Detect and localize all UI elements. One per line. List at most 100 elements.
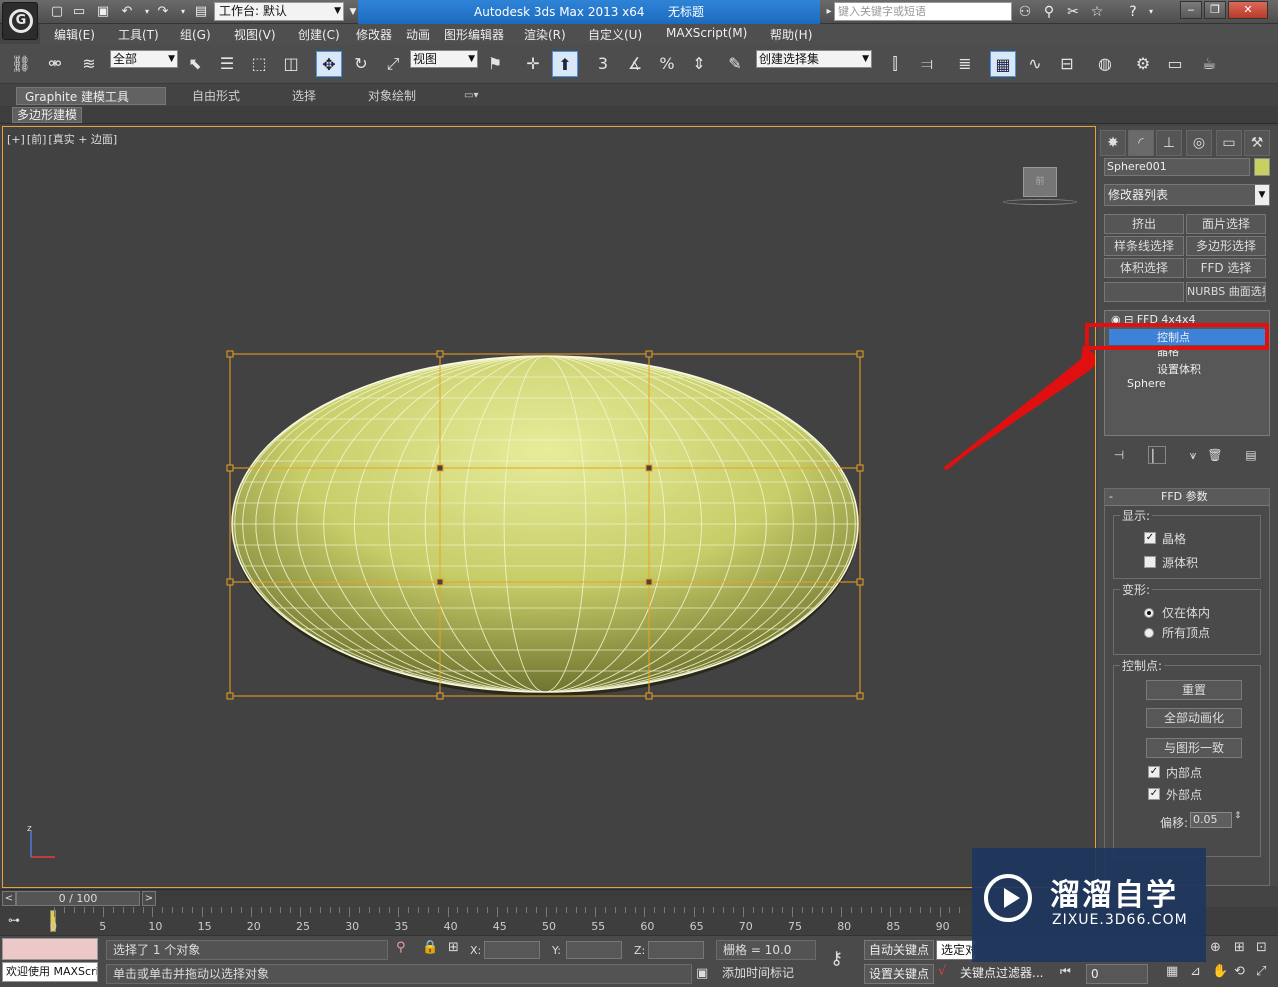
ribbon-options-icon[interactable]: ▭▾	[456, 87, 486, 105]
current-frame-field[interactable]: 0	[1086, 964, 1148, 984]
key-filters-button[interactable]: 关键点过滤器...	[956, 964, 1050, 984]
next-frame-button[interactable]: >	[142, 891, 156, 906]
menu-tools[interactable]: 工具(T)	[118, 26, 159, 43]
zoom-icon[interactable]: ⊕	[1210, 940, 1221, 955]
menu-animation[interactable]: 动画	[406, 26, 430, 43]
stack-item-set-volume[interactable]: 设置体积	[1157, 361, 1201, 377]
display-tab-icon[interactable]: ▭	[1216, 130, 1242, 156]
new-file-icon[interactable]: ▢	[48, 3, 66, 21]
object-name-field[interactable]: Sphere001	[1104, 158, 1250, 176]
mod-empty-button[interactable]	[1104, 282, 1184, 302]
minimize-button[interactable]: ‒	[1180, 1, 1202, 19]
polygon-modeling-panel[interactable]: 多边形建模	[12, 107, 83, 123]
workspace-selector[interactable]: 工作台: 默认 ▼	[214, 2, 344, 21]
bind-space-warp-icon[interactable]: ≋	[76, 51, 102, 77]
modify-tab-icon[interactable]: ◜	[1128, 130, 1154, 156]
maxscript-mini-listener[interactable]	[2, 938, 98, 960]
mod-ffd-select-button[interactable]: FFD 选择	[1186, 258, 1266, 278]
tab-object-paint[interactable]: 对象绘制	[360, 87, 424, 105]
rendered-frame-icon[interactable]: ▭	[1162, 51, 1188, 77]
mod-volume-select-button[interactable]: 体积选择	[1104, 258, 1184, 278]
conform-to-shape-button[interactable]: 与图形一致	[1146, 738, 1242, 758]
select-object-icon[interactable]: ⬉	[182, 51, 208, 77]
offset-spinner[interactable]: 0.05	[1190, 812, 1232, 828]
maximize-button[interactable]: ❐	[1204, 1, 1226, 19]
scale-icon[interactable]: ⤢	[380, 51, 406, 77]
make-unique-icon[interactable]: ⩛	[1184, 446, 1202, 464]
object-color-swatch[interactable]	[1254, 158, 1270, 176]
select-by-name-icon[interactable]: ☰	[214, 51, 240, 77]
curve-editor-icon[interactable]: ∿	[1022, 51, 1048, 77]
undo-icon[interactable]: ↶	[118, 3, 136, 21]
source-volume-checkbox[interactable]	[1144, 556, 1156, 568]
menu-modifiers[interactable]: 修改器	[356, 26, 392, 43]
menu-group[interactable]: 组(G)	[180, 26, 211, 43]
motion-tab-icon[interactable]: ◎	[1186, 130, 1212, 156]
isolate-icon[interactable]: ⚲	[396, 940, 406, 955]
key-icon[interactable]: ⚷	[830, 948, 843, 969]
sphere-mesh[interactable]	[231, 355, 859, 696]
open-file-icon[interactable]: ▭	[70, 3, 88, 21]
percent-snap-icon[interactable]: %	[654, 51, 680, 77]
selection-filter-dropdown[interactable]: 全部 ▼	[110, 50, 178, 68]
spinner-arrows-icon[interactable]: ⇕	[1234, 811, 1242, 821]
absolute-mode-icon[interactable]: ⊞	[448, 940, 459, 955]
named-selection-dropdown[interactable]: 创建选择集 ▼	[756, 50, 872, 68]
mod-extrude-button[interactable]: 挤出	[1104, 214, 1184, 234]
align-icon[interactable]: ⫤	[914, 51, 940, 77]
rollout-header[interactable]: - FFD 参数	[1105, 489, 1269, 506]
project-folder-icon[interactable]: ▤	[192, 3, 210, 21]
rotate-icon[interactable]: ↻	[348, 51, 374, 77]
create-tab-icon[interactable]: ✸	[1100, 130, 1126, 156]
help-dropdown-icon[interactable]: ▾	[1142, 3, 1160, 21]
menu-views[interactable]: 视图(V)	[234, 26, 276, 43]
edit-named-selection-icon[interactable]: ✎	[722, 51, 748, 77]
inside-points-checkbox[interactable]: ✓	[1148, 766, 1160, 778]
menu-graph-editors[interactable]: 图形编辑器	[444, 26, 504, 43]
lock-icon[interactable]: 🔒	[422, 940, 438, 955]
link-icon[interactable]: ⛓	[8, 51, 34, 77]
menu-help[interactable]: 帮助(H)	[770, 26, 812, 43]
mod-nurbs-select-button[interactable]: NURBS 曲面选择	[1186, 282, 1266, 302]
time-slider-thumb[interactable]: 0 / 100	[16, 891, 140, 906]
reference-coord-dropdown[interactable]: 视图 ▼	[410, 50, 478, 68]
keyboard-shortcut-toggle-icon[interactable]: ⬆	[552, 51, 578, 77]
z-coordinate-field[interactable]	[648, 941, 704, 959]
close-button[interactable]: ✕	[1228, 1, 1268, 19]
y-coordinate-field[interactable]	[566, 941, 622, 959]
prev-frame-button[interactable]: <	[2, 891, 16, 906]
layer-manager-icon[interactable]: ≣	[952, 51, 978, 77]
utilities-tab-icon[interactable]: ⚒	[1244, 130, 1270, 156]
save-file-icon[interactable]: ▣	[94, 3, 112, 21]
configure-sets-icon[interactable]: ▤	[1242, 446, 1260, 464]
material-editor-icon[interactable]: ◍	[1092, 51, 1118, 77]
spinner-snap-icon[interactable]: ⇕	[686, 51, 712, 77]
menu-create[interactable]: 创建(C)	[298, 26, 340, 43]
show-end-result-icon[interactable]: ▏	[1148, 446, 1166, 464]
app-menu-button[interactable]: G	[2, 2, 38, 40]
selected-set-dropdown[interactable]: 选定对	[936, 940, 977, 960]
time-config-icon[interactable]: ▦	[1166, 964, 1178, 979]
mod-poly-select-button[interactable]: 多边形选择	[1186, 236, 1266, 256]
render-setup-icon[interactable]: ⚙	[1130, 51, 1156, 77]
orbit-icon[interactable]: ⟲	[1234, 964, 1245, 979]
pin-stack-icon[interactable]: ⊣	[1110, 446, 1128, 464]
window-crossing-icon[interactable]: ◫	[278, 51, 304, 77]
zoom-all-icon[interactable]: ⊞	[1234, 940, 1245, 955]
animate-all-button[interactable]: 全部动画化	[1146, 708, 1242, 728]
mod-patch-select-button[interactable]: 面片选择	[1186, 214, 1266, 234]
help-icon[interactable]: ?	[1124, 3, 1142, 21]
viewport-front[interactable]: [+] [前] [真实 + 边面] 前 z	[2, 126, 1096, 888]
maximize-viewport-icon[interactable]: ⤢	[1256, 964, 1266, 979]
move-icon[interactable]: ✥	[316, 51, 342, 77]
redo-dropdown-icon[interactable]: ▾	[174, 3, 192, 21]
modifier-list-dropdown[interactable]: 修改器列表 ▼	[1104, 184, 1270, 206]
angle-snap-icon[interactable]: ∡	[622, 51, 648, 77]
binoculars-icon[interactable]: ⚇	[1016, 3, 1034, 21]
only-in-volume-radio[interactable]	[1144, 608, 1154, 618]
redo-icon[interactable]: ↷	[154, 3, 172, 21]
tab-freeform[interactable]: 自由形式	[184, 87, 248, 105]
x-coordinate-field[interactable]	[484, 941, 540, 959]
outside-points-checkbox[interactable]: ✓	[1148, 788, 1160, 800]
pivot-center-icon[interactable]: ⚑	[482, 51, 508, 77]
